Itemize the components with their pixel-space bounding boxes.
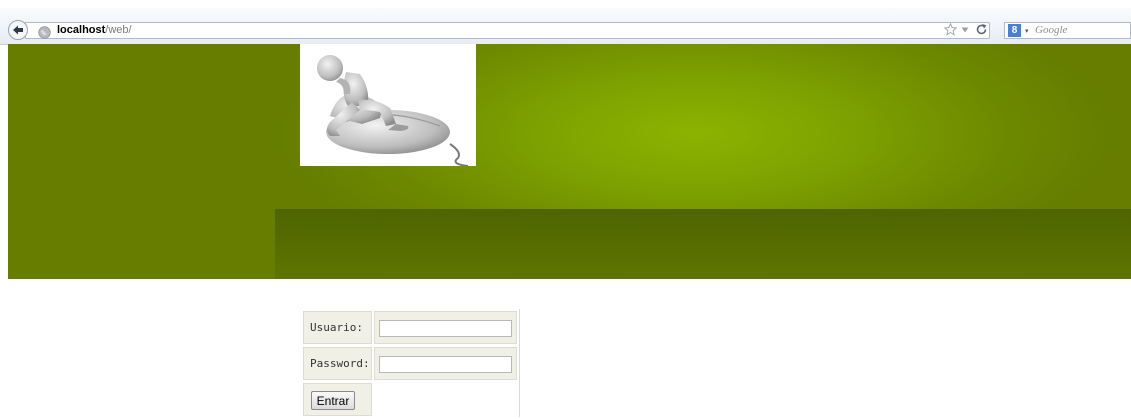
login-submit-button[interactable]: Entrar (311, 391, 355, 410)
google-icon[interactable]: 8 (1008, 24, 1021, 37)
url-path: /web/ (105, 24, 132, 36)
login-form: Usuario: Password: Entrar (301, 309, 520, 417)
thinker-on-mouse-image (317, 55, 469, 166)
username-label: Usuario: (303, 311, 372, 344)
back-button[interactable] (8, 20, 28, 40)
url-host: localhost (57, 24, 106, 36)
search-bar[interactable]: 8 ▾ Google (1004, 22, 1131, 39)
search-placeholder: Google (1035, 24, 1068, 36)
history-dropdown-icon[interactable] (961, 26, 969, 34)
username-cell (374, 311, 517, 344)
bookmark-star-icon[interactable] (944, 23, 957, 36)
browser-toolbar: localhost/web/ 8 ▾ Google (0, 8, 1131, 45)
site-logo (300, 44, 476, 166)
password-cell (374, 347, 517, 380)
address-bar[interactable]: localhost/web/ (25, 22, 990, 39)
search-engine-dropdown-icon[interactable]: ▾ (1025, 25, 1029, 37)
username-input[interactable] (379, 320, 512, 337)
globe-icon (38, 24, 51, 43)
page-header-banner (8, 44, 1131, 279)
url-text: localhost/web/ (57, 23, 132, 38)
password-label: Password: (303, 347, 372, 380)
banner-band (275, 209, 1131, 279)
submit-cell: Entrar (303, 383, 372, 416)
back-arrow-icon (13, 25, 23, 35)
password-input[interactable] (379, 356, 512, 373)
reload-icon[interactable] (975, 23, 988, 36)
